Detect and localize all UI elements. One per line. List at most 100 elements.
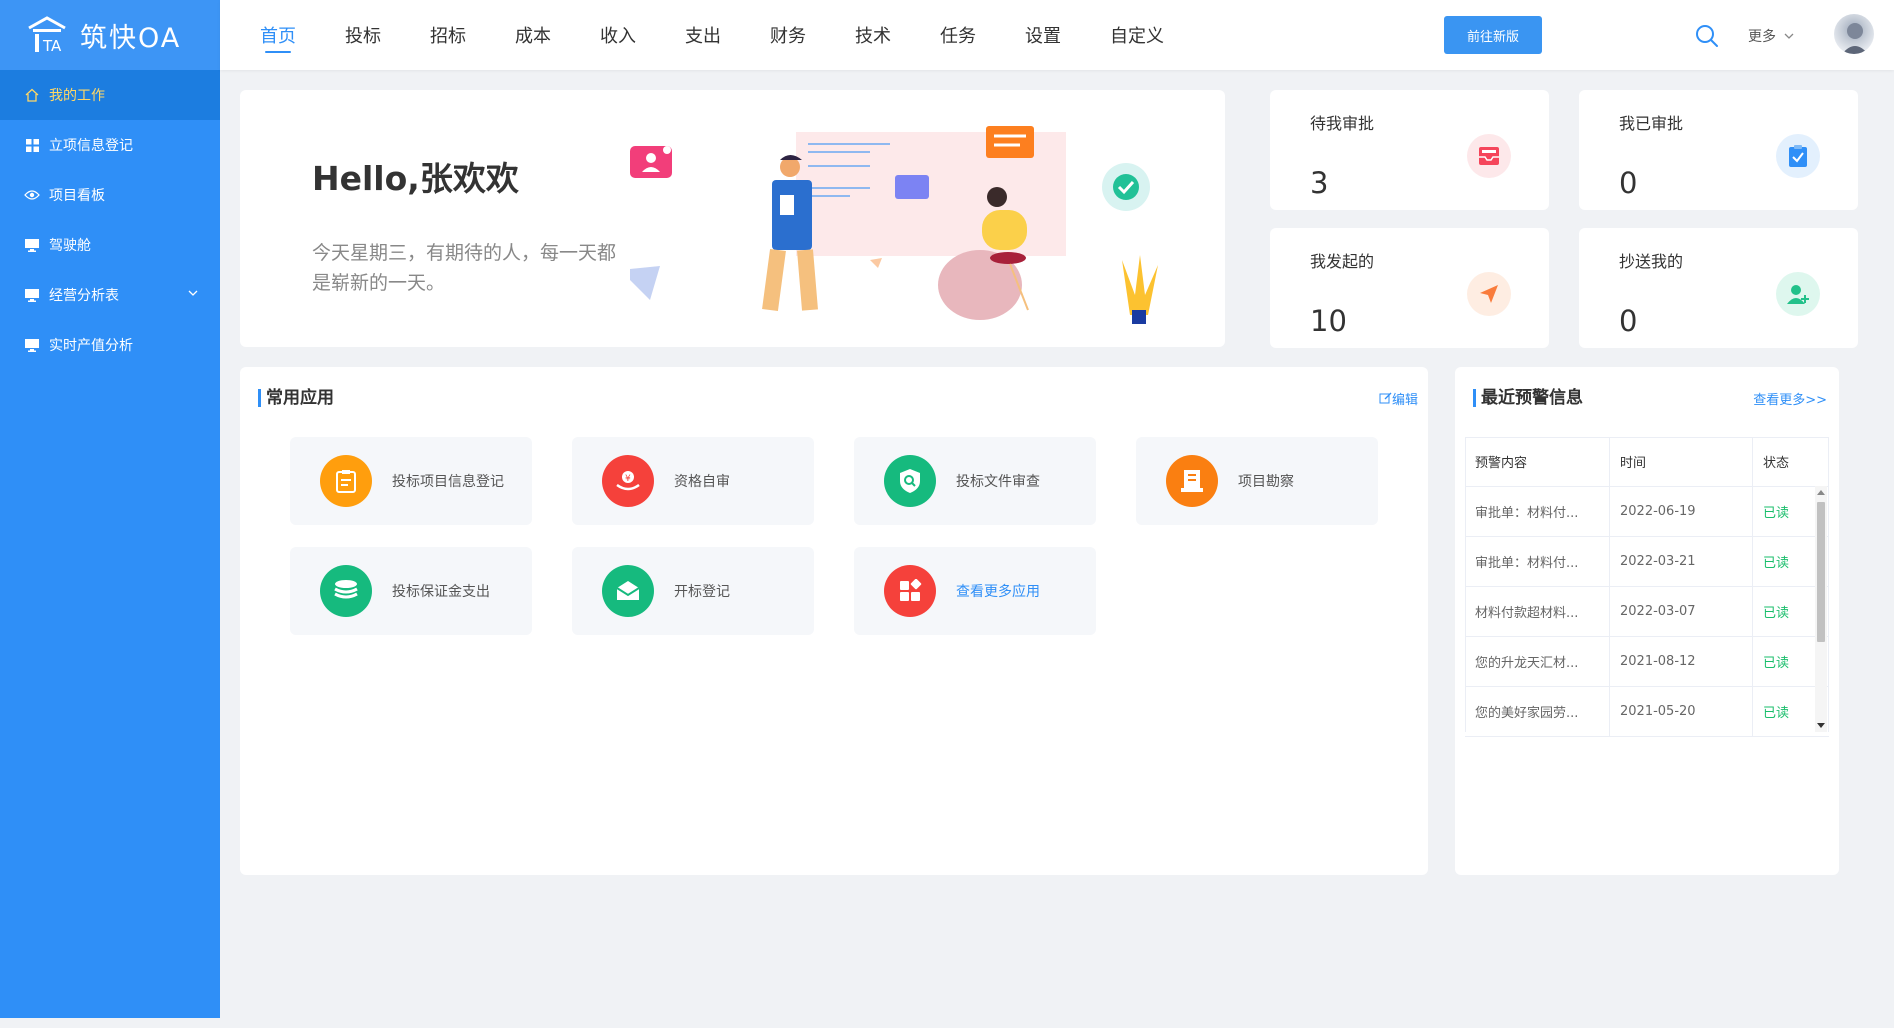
table-row[interactable]: 审批单：材料付... 2022-03-21 已读 bbox=[1465, 537, 1829, 587]
sidebar-item-5[interactable]: 实时产值分析 bbox=[0, 320, 220, 370]
stat-label: 待我审批 bbox=[1310, 114, 1375, 133]
logo-icon: TA bbox=[28, 16, 66, 55]
clipboard-icon bbox=[320, 455, 372, 507]
stat-value: 3 bbox=[1310, 166, 1329, 200]
warning-content: 审批单：材料付... bbox=[1465, 487, 1610, 536]
app-tile-1[interactable]: ¥ 资格自审 bbox=[572, 437, 814, 525]
warning-content: 材料付款超材料... bbox=[1465, 587, 1610, 636]
inbox-icon bbox=[1467, 134, 1511, 178]
edit-label: 编辑 bbox=[1391, 393, 1418, 408]
sidebar-item-0[interactable]: 我的工作 bbox=[0, 70, 220, 120]
home-icon bbox=[24, 87, 40, 103]
eye-icon bbox=[24, 187, 40, 203]
status-badge: 已读 bbox=[1763, 656, 1790, 671]
top-nav-item-3[interactable]: 成本 bbox=[515, 0, 551, 70]
sidebar-item-label: 我的工作 bbox=[49, 88, 105, 104]
sidebar-item-1[interactable]: 立项信息登记 bbox=[0, 120, 220, 170]
stat-card-1[interactable]: 我已审批 0 bbox=[1579, 90, 1858, 210]
envelope-icon bbox=[602, 565, 654, 617]
sidebar-item-3[interactable]: 驾驶舱 bbox=[0, 220, 220, 270]
app-label: 投标保证金支出 bbox=[392, 584, 490, 600]
table-header: 预警内容 时间 状态 bbox=[1465, 437, 1829, 487]
more-label: 更多 bbox=[1748, 29, 1776, 45]
sidebar: TA 筑快OA 我的工作立项信息登记项目看板驾驶舱经营分析表实时产值分析 bbox=[0, 0, 220, 1018]
top-nav-item-9[interactable]: 设置 bbox=[1025, 0, 1061, 70]
app-tile-6[interactable]: 查看更多应用 bbox=[854, 547, 1096, 635]
app-tile-2[interactable]: 投标文件审查 bbox=[854, 437, 1096, 525]
sidebar-item-label: 驾驶舱 bbox=[49, 238, 91, 254]
chevron-down-icon bbox=[1784, 33, 1794, 39]
top-nav-item-10[interactable]: 自定义 bbox=[1110, 0, 1164, 70]
sidebar-item-label: 经营分析表 bbox=[49, 288, 119, 304]
svg-text:¥: ¥ bbox=[625, 474, 631, 484]
warning-time: 2022-03-07 bbox=[1610, 587, 1753, 636]
table-row[interactable]: 材料付款超材料... 2022-03-07 已读 bbox=[1465, 587, 1829, 637]
app-tile-5[interactable]: 开标登记 bbox=[572, 547, 814, 635]
table-row[interactable]: 审批单：材料付... 2022-06-19 已读 bbox=[1465, 487, 1829, 537]
stat-value: 0 bbox=[1619, 166, 1638, 200]
send-icon bbox=[1467, 272, 1511, 316]
stat-label: 我已审批 bbox=[1619, 114, 1684, 133]
app-label: 投标项目信息登记 bbox=[392, 474, 504, 490]
top-nav-item-5[interactable]: 支出 bbox=[685, 0, 721, 70]
monitor-icon bbox=[24, 237, 40, 253]
avatar[interactable] bbox=[1834, 14, 1874, 54]
app-label: 开标登记 bbox=[674, 584, 730, 600]
top-nav-item-4[interactable]: 收入 bbox=[600, 0, 636, 70]
stat-card-0[interactable]: 待我审批 3 bbox=[1270, 90, 1549, 210]
app-label: 项目勘察 bbox=[1238, 474, 1294, 490]
sidebar-item-4[interactable]: 经营分析表 bbox=[0, 270, 220, 320]
warnings-table: 预警内容 时间 状态 审批单：材料付... 2022-06-19 已读 审批单：材料付...… bbox=[1465, 437, 1829, 737]
coins-icon bbox=[320, 565, 372, 617]
top-nav-item-0[interactable]: 首页 bbox=[260, 0, 296, 70]
top-nav: 首页 投标 招标 成本 收入 支出 财务 技术 任务 设置 自定义 bbox=[260, 0, 1213, 70]
table-row[interactable]: 您的升龙天汇材... 2021-08-12 已读 bbox=[1465, 637, 1829, 687]
app-name: 筑快OA bbox=[80, 22, 182, 54]
common-apps-card: 常用应用 编辑 投标项目信息登记 ¥ 资格自审 投标文件审查 项目勘察投标保证金支出 开标… bbox=[240, 367, 1428, 875]
more-dropdown[interactable]: 更多 bbox=[1748, 26, 1794, 46]
edit-link[interactable]: 编辑 bbox=[1379, 389, 1418, 408]
top-nav-item-7[interactable]: 技术 bbox=[855, 0, 891, 70]
sidebar-item-label: 立项信息登记 bbox=[49, 138, 133, 154]
view-more-link[interactable]: 查看更多>> bbox=[1753, 389, 1827, 408]
document-icon bbox=[1166, 455, 1218, 507]
welcome-illustration bbox=[630, 126, 1158, 324]
top-nav-item-1[interactable]: 投标 bbox=[345, 0, 381, 70]
warnings-title: 最近预警信息 bbox=[1473, 389, 1583, 407]
app-tile-4[interactable]: 投标保证金支出 bbox=[290, 547, 532, 635]
column-header: 状态 bbox=[1763, 456, 1790, 471]
search-icon[interactable] bbox=[1694, 23, 1720, 49]
warning-content: 审批单：材料付... bbox=[1465, 537, 1610, 586]
welcome-card: Hello,张欢欢 今天星期三，有期待的人，每一天都是崭新的一天。 bbox=[240, 90, 1225, 347]
table-row[interactable]: 您的美好家园劳... 2021-05-20 已读 bbox=[1465, 687, 1829, 737]
monitor-icon bbox=[24, 287, 40, 303]
status-badge: 已读 bbox=[1763, 556, 1790, 571]
top-bar: 首页 投标 招标 成本 收入 支出 财务 技术 任务 设置 自定义 前往新版 更多 bbox=[220, 0, 1894, 70]
sidebar-item-label: 实时产值分析 bbox=[49, 338, 133, 354]
table-scrollbar[interactable] bbox=[1815, 486, 1827, 732]
app-logo[interactable]: TA 筑快OA bbox=[0, 0, 220, 70]
app-label: 查看更多应用 bbox=[956, 584, 1040, 600]
chevron-down-icon[interactable] bbox=[188, 288, 198, 298]
column-header: 预警内容 bbox=[1465, 437, 1610, 486]
shield-search-icon bbox=[884, 455, 936, 507]
edit-icon bbox=[1379, 392, 1392, 404]
app-tile-0[interactable]: 投标项目信息登记 bbox=[290, 437, 532, 525]
sidebar-item-2[interactable]: 项目看板 bbox=[0, 170, 220, 220]
warning-content: 您的美好家园劳... bbox=[1465, 687, 1610, 736]
stat-card-2[interactable]: 我发起的 10 bbox=[1270, 228, 1549, 348]
warning-time: 2021-05-20 bbox=[1610, 687, 1753, 736]
apps-title: 常用应用 bbox=[258, 389, 334, 407]
stat-label: 我发起的 bbox=[1310, 252, 1375, 271]
top-nav-item-6[interactable]: 财务 bbox=[770, 0, 806, 70]
app-tile-3[interactable]: 项目勘察 bbox=[1136, 437, 1378, 525]
stat-card-3[interactable]: 抄送我的 0 bbox=[1579, 228, 1858, 348]
hand-coin-icon: ¥ bbox=[602, 455, 654, 507]
stat-label: 抄送我的 bbox=[1619, 252, 1684, 271]
status-badge: 已读 bbox=[1763, 606, 1790, 621]
top-nav-item-8[interactable]: 任务 bbox=[940, 0, 976, 70]
top-nav-item-2[interactable]: 招标 bbox=[430, 0, 466, 70]
warning-time: 2022-03-21 bbox=[1610, 537, 1753, 586]
new-version-button[interactable]: 前往新版 bbox=[1444, 16, 1542, 54]
apps-icon bbox=[884, 565, 936, 617]
